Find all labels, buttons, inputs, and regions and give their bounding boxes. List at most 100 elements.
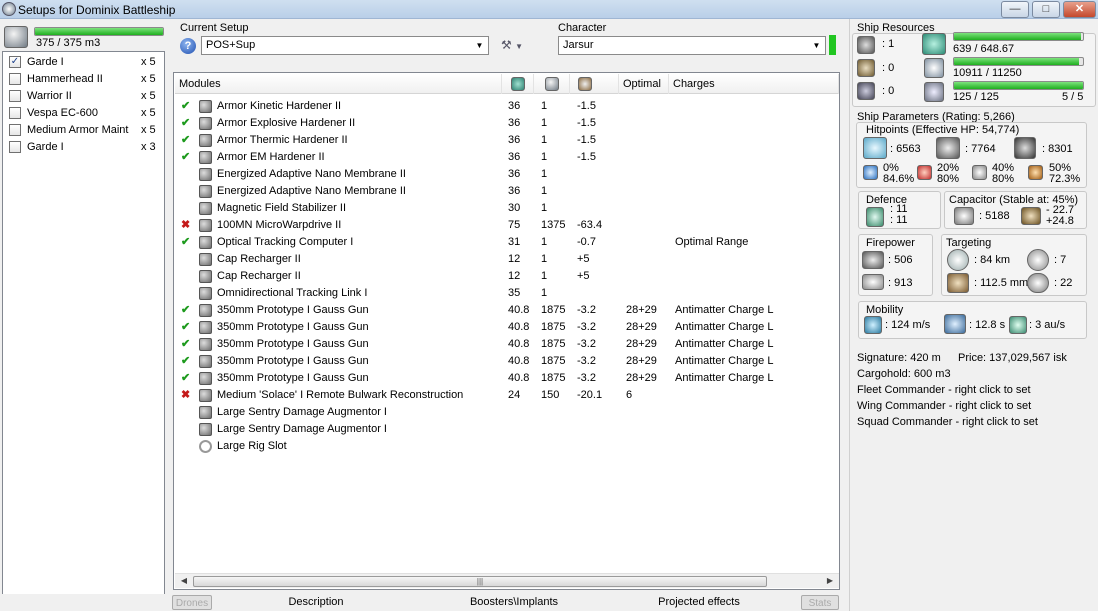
cpu-value: 639 / 648.67: [953, 43, 1015, 55]
check-icon[interactable]: ✔: [181, 336, 193, 353]
module-name: Medium 'Solace' I Remote Bulwark Reconst…: [217, 389, 464, 401]
table-row[interactable]: Large Sentry Damage Augmentor I: [175, 404, 839, 421]
table-row[interactable]: ✔ Armor Kinetic Hardener II 36 1 -1.5: [175, 98, 839, 115]
header-cpu[interactable]: [502, 74, 534, 94]
drone-quantity: x 5: [141, 90, 156, 102]
tab-projected-effects[interactable]: Projected effects: [657, 595, 741, 610]
drone-checkbox[interactable]: [9, 73, 21, 85]
table-row[interactable]: ✔ Armor EM Hardener II 36 1 -1.5: [175, 149, 839, 166]
table-row[interactable]: ✔ 350mm Prototype I Gauss Gun 40.8 1875 -3.2…: [175, 336, 839, 353]
table-row[interactable]: Cap Recharger II 12 1 +5: [175, 251, 839, 268]
module-capacitor: -3.2: [577, 321, 596, 333]
tab-boosters-implants[interactable]: Boosters\Implants: [464, 595, 564, 610]
check-icon[interactable]: ✔: [181, 353, 193, 370]
module-powergrid: 1375: [541, 219, 566, 231]
drone-name: Garde I: [27, 141, 64, 153]
wing-commander[interactable]: Wing Commander - right click to set: [857, 400, 1031, 412]
horizontal-scrollbar[interactable]: ◀ ||| ▶: [175, 573, 839, 588]
scroll-left-icon[interactable]: ◀: [178, 575, 190, 587]
table-row[interactable]: ✔ Optical Tracking Computer I 31 1 -0.7 Optim…: [175, 234, 839, 251]
drone-list-item[interactable]: Warrior II x 5: [7, 88, 162, 105]
header-powergrid[interactable]: [534, 74, 570, 94]
table-row[interactable]: Large Sentry Damage Augmentor I: [175, 421, 839, 438]
check-icon[interactable]: ✔: [181, 370, 193, 387]
module-powergrid: 1: [541, 202, 548, 214]
drone-checkbox[interactable]: [9, 141, 21, 153]
drone-checkbox[interactable]: ✓: [9, 56, 21, 68]
drone-list-item[interactable]: Hammerhead II x 5: [7, 71, 162, 88]
table-row[interactable]: ✔ 350mm Prototype I Gauss Gun 40.8 1875 -3.2…: [175, 353, 839, 370]
setup-select[interactable]: POS+Sup ▼: [201, 36, 489, 55]
module-optimal: 28+29: [626, 304, 657, 316]
tab-stats[interactable]: Stats: [801, 595, 839, 610]
close-button[interactable]: ✕: [1063, 1, 1096, 18]
table-row[interactable]: Energized Adaptive Nano Membrane II 36 1: [175, 166, 839, 183]
table-row[interactable]: ✔ 350mm Prototype I Gauss Gun 40.8 1875 -3.2…: [175, 319, 839, 336]
header-modules[interactable]: Modules: [175, 74, 502, 94]
targeting-title: Targeting: [946, 237, 992, 249]
drone-checkbox[interactable]: [9, 124, 21, 136]
scroll-right-icon[interactable]: ▶: [824, 575, 836, 587]
table-row[interactable]: Magnetic Field Stabilizer II 30 1: [175, 200, 839, 217]
module-powergrid: 1875: [541, 321, 566, 333]
module-powergrid: 1: [541, 117, 548, 129]
module-cpu: 30: [508, 202, 521, 214]
check-icon[interactable]: ✔: [181, 234, 193, 251]
table-row[interactable]: ✔ Armor Explosive Hardener II 36 1 -1.5: [175, 115, 839, 132]
module-cpu: 75: [508, 219, 521, 231]
header-capacitor[interactable]: [570, 74, 619, 94]
table-row[interactable]: ✔ Armor Thermic Hardener II 36 1 -1.5: [175, 132, 839, 149]
table-row[interactable]: Energized Adaptive Nano Membrane II 36 1: [175, 183, 839, 200]
help-icon[interactable]: ?: [180, 38, 196, 54]
header-charges[interactable]: Charges: [669, 74, 839, 94]
table-row[interactable]: Cap Recharger II 12 1 +5: [175, 268, 839, 285]
check-icon[interactable]: ✔: [181, 149, 193, 166]
character-select[interactable]: Jarsur ▼: [558, 36, 826, 55]
module-capacitor: -20.1: [577, 389, 603, 401]
module-name: Large Rig Slot: [217, 440, 287, 452]
check-icon[interactable]: ✔: [181, 98, 193, 115]
setup-tools-button[interactable]: ⚒ ▼: [496, 36, 536, 55]
check-icon[interactable]: ✔: [181, 319, 193, 336]
minimize-button[interactable]: —: [1001, 1, 1029, 18]
header-optimal[interactable]: Optimal: [619, 74, 669, 94]
firepower-volley: : 913: [888, 277, 913, 289]
module-icon: [199, 117, 212, 130]
module-icon: [199, 134, 212, 147]
explosive-resist-icon: [1028, 165, 1043, 180]
drone-checkbox[interactable]: [9, 107, 21, 119]
check-icon[interactable]: ✔: [181, 115, 193, 132]
tab-description[interactable]: Description: [288, 595, 344, 610]
turret-dps-icon: [862, 251, 884, 269]
drone-list[interactable]: ✓ Garde I x 5 Hammerhead II x 5 Warrior II x 5…: [2, 51, 165, 604]
module-name: Cap Recharger II: [217, 253, 301, 265]
check-icon[interactable]: ✔: [181, 132, 193, 149]
table-row[interactable]: ✖ 100MN MicroWarpdrive II 75 1375 -63.4: [175, 217, 839, 234]
table-row[interactable]: Omnidirectional Tracking Link I 35 1: [175, 285, 839, 302]
drone-list-item[interactable]: Medium Armor Maint... x 5: [7, 122, 162, 139]
table-row[interactable]: ✔ 350mm Prototype I Gauss Gun 40.8 1875 -3.2…: [175, 302, 839, 319]
drone-list-item[interactable]: Garde I x 3: [7, 139, 162, 156]
sensor-strength-icon: [1027, 273, 1049, 293]
module-icon: [199, 185, 212, 198]
modules-table[interactable]: Modules Optimal Charges ✔ Armor Kinetic H…: [173, 72, 840, 590]
drone-checkbox[interactable]: [9, 90, 21, 102]
squad-commander[interactable]: Squad Commander - right click to set: [857, 416, 1038, 428]
table-row[interactable]: ✔ 350mm Prototype I Gauss Gun 40.8 1875 -3.2…: [175, 370, 839, 387]
check-icon[interactable]: ✔: [181, 302, 193, 319]
character-select-value: Jarsur: [563, 39, 594, 51]
fleet-commander[interactable]: Fleet Commander - right click to set: [857, 384, 1031, 396]
module-name: Armor Kinetic Hardener II: [217, 100, 342, 112]
drone-list-item[interactable]: Vespa EC-600 x 5: [7, 105, 162, 122]
firepower-title: Firepower: [866, 237, 915, 249]
cross-icon[interactable]: ✖: [181, 217, 193, 234]
maximize-button[interactable]: □: [1032, 1, 1060, 18]
module-icon: [199, 440, 212, 453]
tab-drones[interactable]: Drones: [172, 595, 212, 610]
cross-icon[interactable]: ✖: [181, 387, 193, 404]
table-row[interactable]: Large Rig Slot: [175, 438, 839, 455]
app-icon: [2, 2, 16, 16]
drone-list-item[interactable]: ✓ Garde I x 5: [7, 54, 162, 71]
scrollbar-thumb[interactable]: |||: [193, 576, 767, 587]
table-row[interactable]: ✖ Medium 'Solace' I Remote Bulwark Recons…: [175, 387, 839, 404]
